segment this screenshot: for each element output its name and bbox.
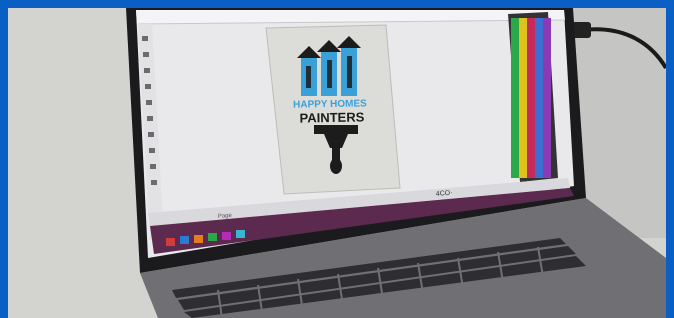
logo-line2: PAINTERS — [299, 109, 364, 125]
laptop-photo: HAPPY HOMES PAINTERS Page 4CO· — [8, 8, 666, 318]
blue-frame: HAPPY HOMES PAINTERS Page 4CO· — [0, 0, 674, 318]
zoom-readout: 4CO· — [436, 190, 453, 198]
photo-illustration: HAPPY HOMES PAINTERS Page 4CO· — [8, 8, 666, 318]
color-palette — [508, 12, 558, 182]
